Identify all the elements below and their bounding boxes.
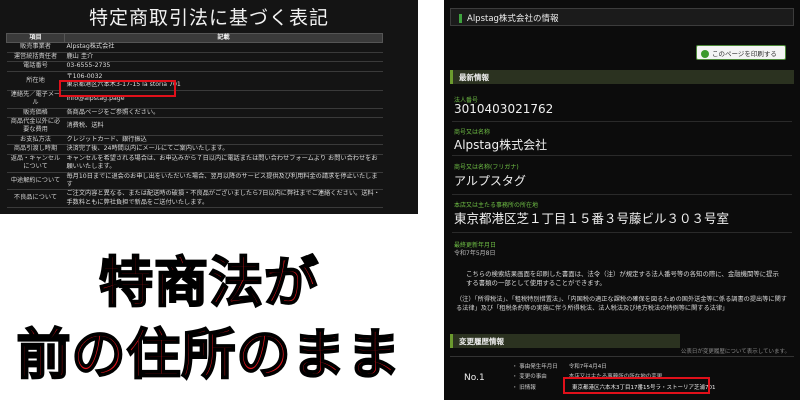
row-value: キャンセルを希望される場合は、お申込みから７日以内に電話または問い合わせフォーム… (64, 154, 383, 173)
table-row: 運営統括責任者 鹿山 圭介 (6, 52, 383, 63)
printer-icon (701, 50, 709, 58)
law-footnote: （注）「所得税法」、「租税特別措置法」、「内国税の適正な課税の確保を図るための国… (456, 296, 787, 312)
row-key: お支払方法 (6, 135, 65, 146)
row-key: 所在地 (6, 71, 65, 91)
composite-image: 特定商取引法に基づく表記 項目 記載 販売事業者 Alpstag株式会社 運営統括… (0, 0, 800, 400)
kana-value: アルプスタグ (454, 174, 526, 188)
row-value: Alpstag株式会社 (64, 42, 383, 53)
history-note: 公表日が変更履歴について表示しています。 (680, 349, 790, 355)
table-row: 中途解約について 毎月10日までに退会のお申し出をいただいた場合、翌月以降のサービ… (6, 172, 383, 191)
table-row: 商品引渡し時期 決済完了後、24時間以内にメールにてご案内いたします。 (6, 144, 383, 155)
row-key: 中途解約について (6, 172, 65, 191)
row-value: 各商品ページをご参照ください。 (64, 108, 383, 119)
header-desc: 記載 (64, 32, 383, 44)
row-value: 消費税、送料 (64, 117, 383, 136)
corp-number-value: 3010403021762 (454, 102, 554, 116)
divider (452, 232, 792, 233)
name-value: Alpstag株式会社 (454, 138, 548, 152)
highlight-box-old-registered-address (563, 377, 710, 394)
row-value: 毎月10日までに退会のお申し出をいただいた場合、翌月以降のサービス提供及び利用料… (64, 172, 383, 191)
divider (452, 155, 792, 156)
updated-value: 令和7年5月8日 (454, 250, 496, 257)
row-key: 運営統括責任者 (6, 52, 65, 63)
company-info-header: Alpstag株式会社の情報 (450, 8, 794, 26)
table-row: 電話番号 03-6555-2735 (6, 61, 383, 72)
table-row: 不良品について ご注文内容と異なる、または配送時の破損・不良品がございましたら7日… (6, 189, 383, 208)
table-row: 返品・キャンセルについて キャンセルを希望される場合は、お申込みから７日以内に電話… (6, 154, 383, 173)
section-latest-info: 最新情報 (450, 70, 794, 84)
corporate-number-screenshot: Alpstag株式会社の情報 このページを印刷する 最新情報 法人番号 3010… (444, 0, 800, 400)
row-key: 商品引渡し時期 (6, 144, 65, 155)
name-label: 商号又は名称 (454, 129, 491, 136)
print-page-button[interactable]: このページを印刷する (696, 45, 786, 60)
table-row: 販売事業者 Alpstag株式会社 (6, 42, 383, 53)
kana-label: 商号又は名称(フリガナ) (454, 164, 519, 171)
highlight-box-old-address (59, 80, 176, 97)
table-row: 販売価格 各商品ページをご参照ください。 (6, 108, 383, 119)
caption-line-2: 前の住所のまま (16, 322, 402, 387)
row-key: 販売事業者 (6, 42, 65, 53)
row-key: 販売価格 (6, 108, 65, 119)
row-key: 連絡先／電子メール (6, 90, 65, 109)
caption-line-1: 特商法が (98, 250, 319, 315)
company-info-title: Alpstag株式会社の情報 (467, 14, 559, 24)
row-key: 電話番号 (6, 61, 65, 72)
history-old-label: ・ 旧情報 (512, 385, 536, 391)
row-key: 商品代金以外に必要な費用 (6, 117, 65, 136)
table-row: 商品代金以外に必要な費用 消費税、送料 (6, 117, 383, 136)
address-value: 東京都港区芝１丁目１５番３号藤ビル３０３号室 (454, 211, 730, 226)
row-key: 返品・キャンセルについて (6, 154, 65, 173)
header-accent-bar (459, 14, 462, 23)
print-usage-note: こちらの検索結果画面を印刷した書面は、法令（注）が規定する法人番号等の各知の際に… (466, 270, 779, 288)
row-value: 03-6555-2735 (64, 61, 383, 72)
page-title: 特定商取引法に基づく表記 (88, 7, 329, 29)
row-key: 不良品について (6, 189, 65, 208)
divider (452, 121, 792, 122)
history-number: No.1 (464, 373, 485, 383)
row-value: 鹿山 圭介 (64, 52, 383, 63)
tokushoho-table: 項目 記載 販売事業者 Alpstag株式会社 運営統括責任者 鹿山 圭介 電話番号… (6, 32, 383, 208)
row-value: クレジットカード、銀行振込 (64, 135, 383, 146)
header-item: 項目 (6, 32, 65, 44)
divider (452, 194, 792, 195)
tokushoho-screenshot: 特定商取引法に基づく表記 項目 記載 販売事業者 Alpstag株式会社 運営統括… (0, 0, 418, 214)
section-change-history: 変更履歴情報 (450, 334, 680, 348)
print-button-label: このページを印刷する (712, 50, 777, 58)
row-value: ご注文内容と異なる、または配送時の破損・不良品がございましたら7日以内に弊社まで… (64, 189, 383, 208)
history-date: ・ 事由発生年月日 令和7年4月4日 (512, 364, 607, 370)
table-row: お支払方法 クレジットカード、銀行振込 (6, 135, 383, 146)
row-value: 決済完了後、24時間以内にメールにてご案内いたします。 (64, 144, 383, 155)
table-header-row: 項目 記載 (6, 32, 383, 44)
